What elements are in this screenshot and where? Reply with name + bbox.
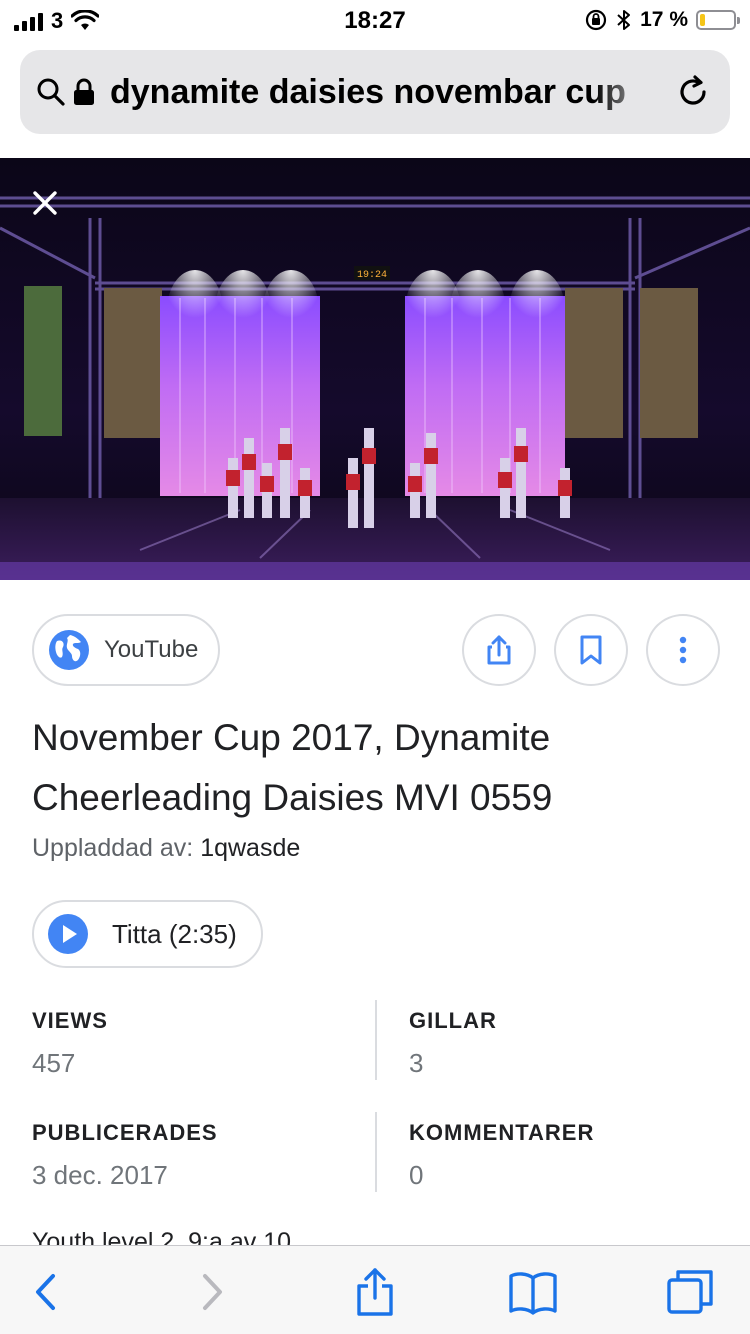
share-icon xyxy=(357,1268,393,1316)
address-bar-area: dynamite daisies novembar cup xyxy=(0,40,750,158)
battery-percent: 17 % xyxy=(640,8,688,31)
forward-button[interactable] xyxy=(184,1264,240,1320)
result-title[interactable]: November Cup 2017, Dynamite Cheerleading… xyxy=(32,708,722,828)
bookmark-icon xyxy=(580,635,602,665)
uploader-name: 1qwasde xyxy=(200,834,301,862)
uploader-label: Uppladdad av: xyxy=(32,834,194,862)
stat-published-label: PUBLICERADES xyxy=(32,1120,218,1145)
status-bar: 3 18:27 17 % xyxy=(0,0,750,40)
chevron-left-icon xyxy=(36,1274,55,1310)
book-icon xyxy=(509,1272,557,1315)
reload-icon[interactable] xyxy=(674,73,712,111)
source-chip[interactable]: YouTube xyxy=(32,614,221,686)
stat-published-value: 3 dec. 2017 xyxy=(32,1160,168,1190)
stat-published: PUBLICERADES 3 dec. 2017 xyxy=(32,1120,372,1191)
share-icon xyxy=(487,635,511,665)
stat-comments-value: 0 xyxy=(409,1160,424,1190)
bookmarks-button[interactable] xyxy=(505,1264,561,1320)
stat-likes-value: 3 xyxy=(409,1048,424,1078)
status-right: 17 % xyxy=(584,8,740,32)
back-button[interactable] xyxy=(18,1264,74,1320)
cheerleading-stage-image: 19:24 xyxy=(0,158,750,580)
uploader-line: Uppladdad av: 1qwasde xyxy=(32,834,300,863)
save-button[interactable] xyxy=(554,614,628,686)
stat-views: VIEWS 457 xyxy=(32,1008,372,1079)
stat-comments-label: KOMMENTARER xyxy=(409,1120,595,1145)
chevron-right-icon xyxy=(203,1274,222,1310)
more-vert-icon xyxy=(679,636,687,664)
video-thumbnail[interactable]: 19:24 xyxy=(0,158,750,580)
stat-divider xyxy=(375,1000,377,1080)
close-icon[interactable] xyxy=(30,188,60,218)
watch-label: Titta (2:35) xyxy=(112,918,237,949)
stat-views-label: VIEWS xyxy=(32,1008,108,1033)
stat-likes-label: GILLAR xyxy=(409,1008,497,1033)
share-page-button[interactable] xyxy=(347,1264,403,1320)
orientation-lock-icon xyxy=(586,9,607,31)
stat-divider xyxy=(375,1112,377,1192)
stat-likes: GILLAR 3 xyxy=(409,1008,749,1079)
battery-icon xyxy=(696,10,740,30)
address-bar[interactable]: dynamite daisies novembar cup xyxy=(20,50,730,134)
battery-level-fill xyxy=(700,14,705,26)
watch-button[interactable]: Titta (2:35) xyxy=(32,900,263,968)
browser-toolbar xyxy=(0,1245,750,1334)
url-text[interactable]: dynamite daisies novembar cup xyxy=(110,73,660,112)
bluetooth-icon xyxy=(617,10,631,30)
tabs-button[interactable] xyxy=(662,1264,718,1320)
source-row: YouTube xyxy=(32,614,720,686)
lock-icon xyxy=(74,78,94,105)
more-options-button[interactable] xyxy=(646,614,720,686)
search-icon xyxy=(37,78,65,106)
globe-icon xyxy=(49,630,89,670)
source-site-name: YouTube xyxy=(104,636,199,663)
tabs-icon xyxy=(667,1270,713,1314)
stat-views-value: 457 xyxy=(32,1048,76,1078)
play-icon xyxy=(48,914,88,954)
scoreboard-text: 19:24 xyxy=(357,270,387,281)
stat-comments: KOMMENTARER 0 xyxy=(409,1120,749,1191)
share-button[interactable] xyxy=(462,614,536,686)
